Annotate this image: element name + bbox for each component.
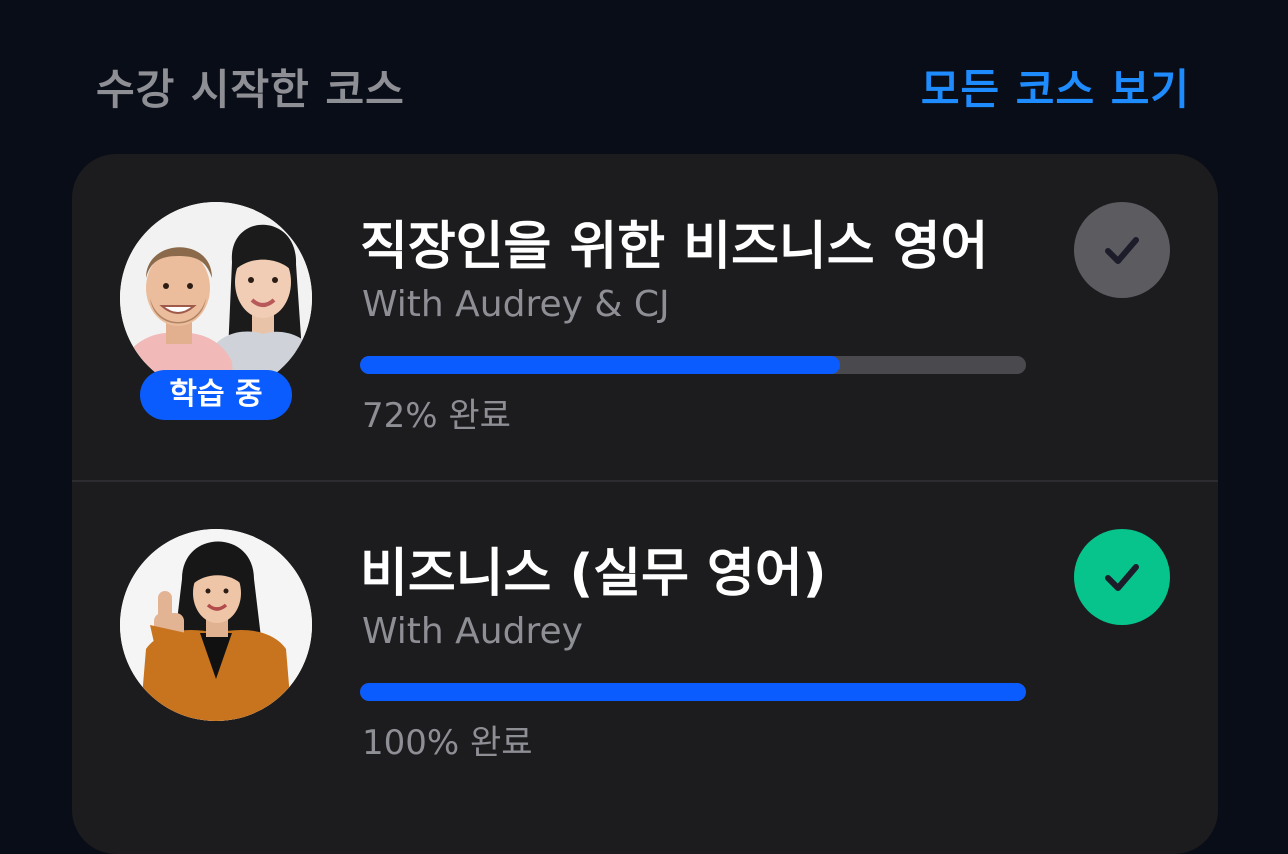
progress-bar-fill [360, 683, 1026, 701]
course-item[interactable]: 학습 중 직장인을 위한 비즈니스 영어 With Audrey & CJ 72… [72, 154, 1218, 481]
instructors-photo-icon [120, 202, 312, 394]
course-list-card: 학습 중 직장인을 위한 비즈니스 영어 With Audrey & CJ 72… [72, 154, 1218, 854]
course-instructor: With Audrey & CJ [362, 284, 670, 325]
progress-bar [360, 356, 1026, 374]
status-badge: 학습 중 [140, 370, 292, 420]
checkmark-icon [1105, 237, 1139, 264]
course-title: 비즈니스 (실무 영어) [360, 544, 827, 604]
see-all-courses-link[interactable]: 모든 코스 보기 [921, 56, 1190, 117]
course-thumbnail [120, 529, 312, 721]
course-title: 직장인을 위한 비즈니스 영어 [360, 217, 989, 277]
completion-check-button[interactable] [1074, 529, 1170, 625]
section-header: 수강 시작한 코스 모든 코스 보기 [0, 0, 1288, 150]
checkmark-icon [1105, 564, 1139, 591]
instructor-photo-icon [120, 529, 312, 721]
completion-check-button[interactable] [1074, 202, 1170, 298]
progress-label: 72% 완료 [362, 396, 511, 436]
course-thumbnail [120, 202, 312, 394]
course-instructor: With Audrey [362, 611, 583, 652]
progress-label: 100% 완료 [362, 723, 533, 763]
section-title: 수강 시작한 코스 [96, 65, 405, 114]
progress-bar-fill [360, 356, 840, 374]
progress-bar [360, 683, 1026, 701]
course-item[interactable]: 비즈니스 (실무 영어) With Audrey 100% 완료 [72, 481, 1218, 808]
